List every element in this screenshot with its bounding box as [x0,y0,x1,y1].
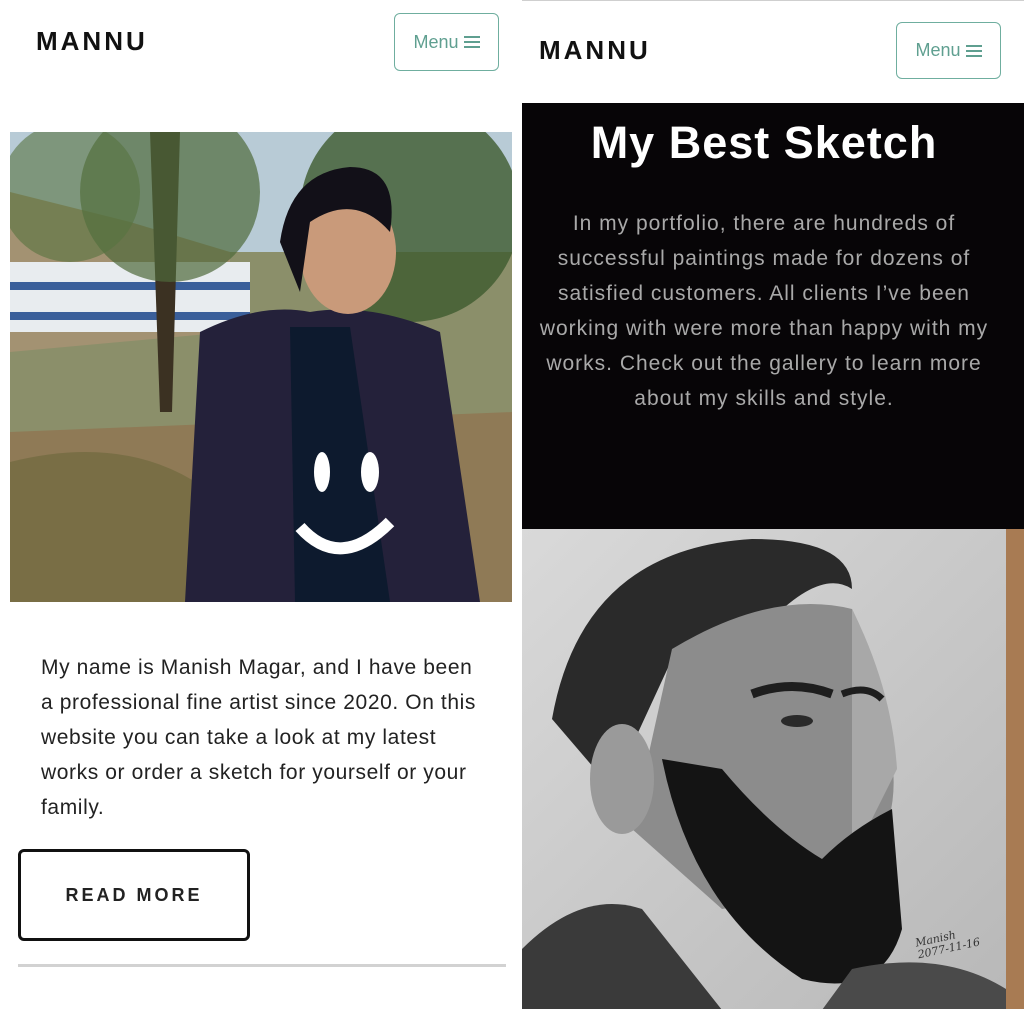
about-screen: MANNU Menu My name is Manish Magar, and … [0,0,512,1009]
artist-photo [10,132,512,602]
section-description: In my portfolio, there are hundreds of s… [539,212,989,410]
hamburger-icon [463,36,480,48]
site-logo[interactable]: MANNU [539,35,651,66]
menu-button[interactable]: Menu [394,13,499,71]
site-logo[interactable]: MANNU [36,26,148,57]
intro-text: My name is Manish Magar, and I have been… [41,656,476,819]
gallery-screen: MANNU Menu My Best Sketch In my portfoli… [522,0,1024,1009]
section-divider [18,964,506,967]
menu-label: Menu [413,31,459,52]
section-title: My Best Sketch [590,117,938,168]
menu-label: Menu [915,40,961,60]
menu-button[interactable]: Menu [896,22,1001,79]
sketch-image: Manish 2077-11-16 [522,529,1006,1009]
read-more-button[interactable]: READ MORE [18,849,250,941]
sketch-frame-edge [1006,529,1024,1009]
hamburger-icon [965,44,982,57]
